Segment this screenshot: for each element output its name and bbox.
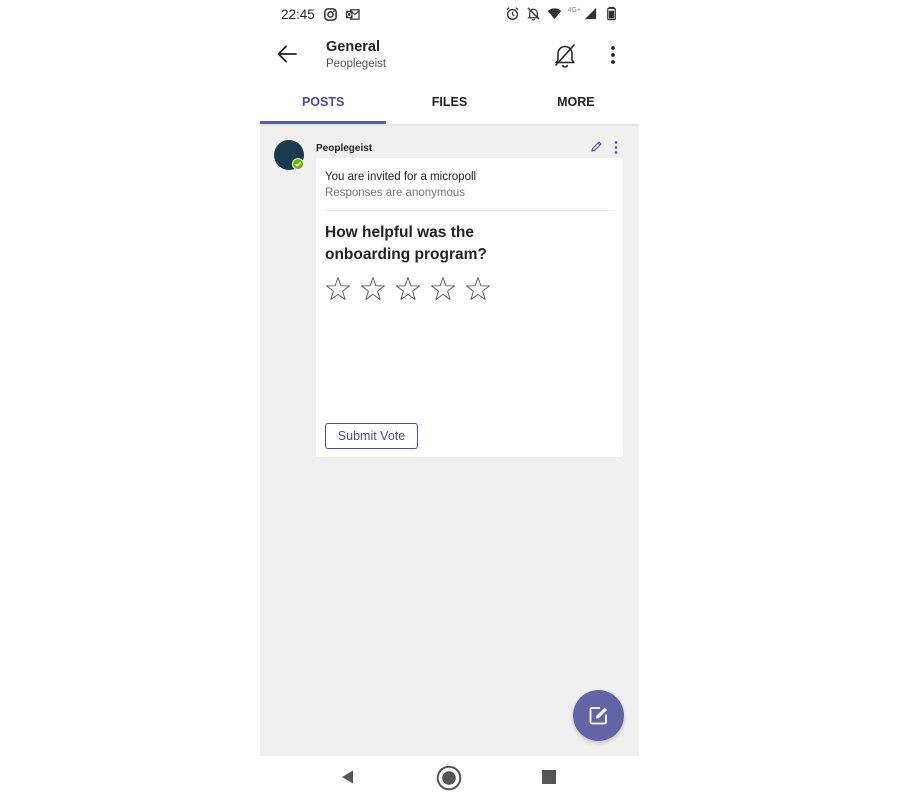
posts-feed[interactable]: Peoplegeist You are invited for a microp… (260, 126, 639, 756)
alarm-icon (506, 7, 519, 20)
post-author: Peoplegeist (316, 143, 373, 154)
channel-title: General (326, 39, 380, 55)
signal-icon (584, 7, 597, 20)
star-2-icon[interactable] (360, 276, 386, 302)
star-3-icon[interactable] (395, 276, 421, 302)
card-divider (325, 210, 615, 211)
star-4-icon[interactable] (430, 276, 456, 302)
outlook-icon (345, 9, 360, 20)
poll-question: How helpful was the onboarding program? (325, 224, 487, 263)
tab-posts[interactable]: POSTS (260, 82, 387, 124)
anonymous-note: Responses are anonymous (325, 187, 465, 199)
submit-vote-button[interactable]: Submit Vote (325, 423, 418, 449)
compose-icon (589, 707, 607, 725)
post-more-icon[interactable] (612, 140, 620, 155)
nav-back-icon[interactable] (340, 769, 356, 785)
status-bar: 22:45 4G+ (260, 0, 639, 30)
star-1-icon[interactable] (325, 276, 351, 302)
network-type-label: 4G+ (567, 7, 581, 14)
channel-tabs: POSTS FILES MORE (260, 82, 639, 124)
nav-home-icon[interactable] (436, 765, 462, 791)
micropoll-card: You are invited for a micropoll Response… (316, 158, 623, 457)
notifications-off-icon (526, 7, 540, 21)
nav-recents-icon[interactable] (542, 770, 556, 784)
team-subtitle: Peoplegeist (326, 58, 387, 70)
new-post-button[interactable] (573, 690, 624, 741)
more-options-icon[interactable] (604, 44, 622, 66)
star-5-icon[interactable] (465, 276, 491, 302)
battery-icon (607, 6, 616, 21)
system-nav-bar (260, 756, 639, 800)
status-time: 22:45 (281, 7, 315, 22)
edit-pencil-icon[interactable] (590, 140, 603, 153)
tab-more[interactable]: MORE (513, 82, 639, 124)
app-bar: General Peoplegeist (260, 30, 639, 82)
star-rating (325, 276, 491, 302)
instagram-icon (324, 8, 337, 21)
bell-off-icon[interactable] (552, 42, 578, 68)
presence-available-icon (292, 158, 304, 170)
phone-screen: 22:45 4G+ General Peoplegeist POSTS FILE… (260, 0, 639, 800)
back-arrow-icon[interactable] (275, 42, 299, 66)
invite-text: You are invited for a micropoll (325, 171, 477, 183)
tab-files[interactable]: FILES (386, 82, 512, 124)
wifi-icon (547, 8, 561, 20)
